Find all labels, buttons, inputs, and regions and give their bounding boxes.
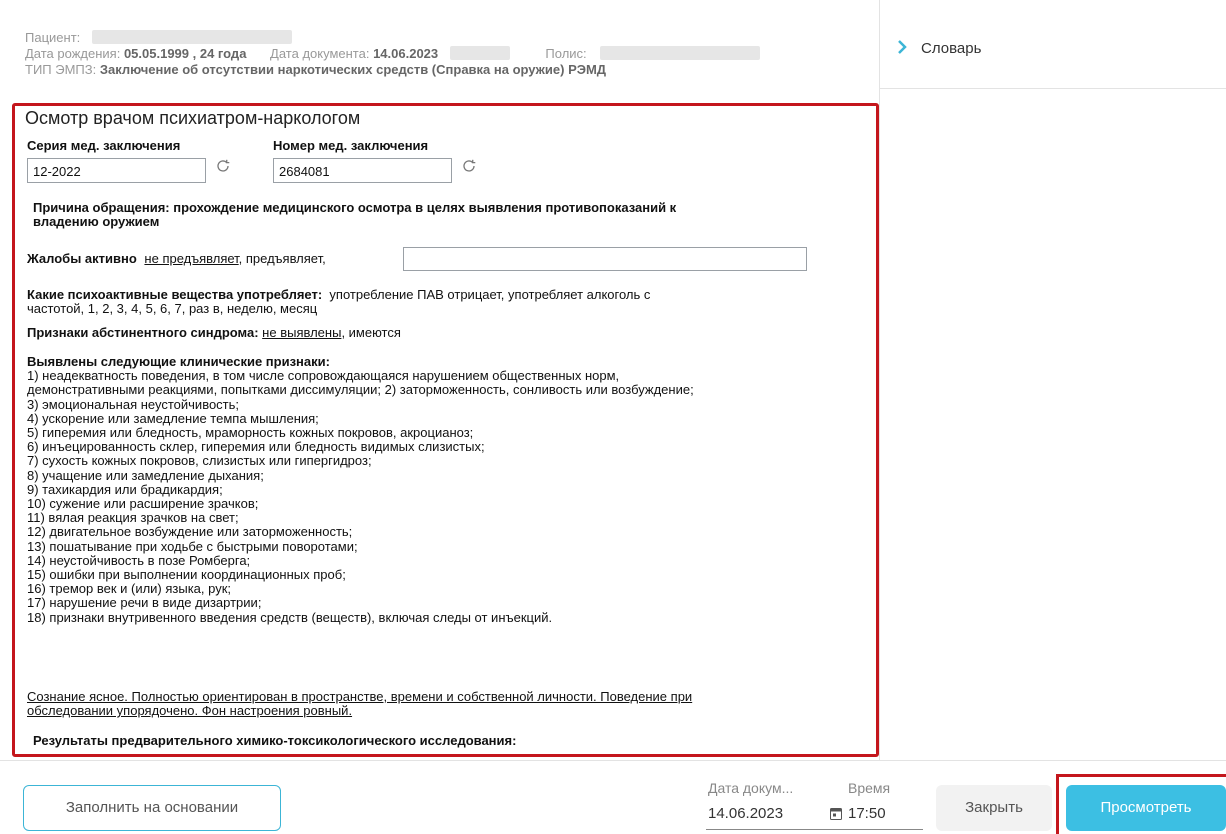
clinical-signs-title: Выявлены следующие клинические признаки: (27, 354, 330, 369)
policy-redacted (600, 46, 761, 60)
abstinence-row: Признаки абстинентного синдрома: не выяв… (27, 326, 401, 340)
refresh-icon[interactable] (460, 157, 478, 175)
clinical-sign: 11) вялая реакция зрачков на свет; (27, 510, 239, 526)
doc-date-label: Дата документа: (270, 46, 370, 61)
number-label: Номер мед. заключения (273, 138, 429, 153)
complaints-label: Жалобы активно (27, 251, 137, 266)
visit-reason-line: Причина обращения: прохождение медицинск… (33, 200, 677, 215)
complaints-option-none[interactable]: не предъявляет (144, 251, 238, 266)
number-input[interactable]: 2684081 (273, 158, 452, 183)
patient-label: Пациент: (25, 30, 81, 45)
emz-type-value: Заключение об отсутствии наркотических с… (99, 62, 607, 77)
footer-divider (0, 760, 1226, 761)
clinical-sign: 12) двигательное возбуждение или затормо… (27, 524, 353, 540)
calendar-icon[interactable] (830, 807, 842, 820)
clinical-sign: 17) нарушение речи в виде дизартрии; (27, 595, 262, 611)
clinical-sign: 18) признаки внутривенного введения сред… (27, 609, 553, 625)
substances-text[interactable]: употребление ПАВ отрицает, употребляет а… (329, 287, 650, 302)
dictionary-header[interactable]: Словарь (880, 0, 1226, 89)
clinical-sign: 6) инъецированность склер, гиперемия или… (27, 439, 485, 455)
clinical-sign: 13) пошатывание при ходьбе с быстрыми по… (27, 538, 358, 554)
substances-frequency[interactable]: частотой, 1, 2, 3, 4, 5, 6, 7, раз в, не… (27, 302, 650, 316)
complaints-row: Жалобы активно не предъявляет, предъявля… (27, 252, 326, 266)
abstinence-label: Признаки абстинентного синдрома: (27, 325, 259, 340)
close-button[interactable]: Закрыть (936, 785, 1052, 831)
dictionary-label: Словарь (921, 40, 982, 57)
clinical-sign: 15) ошибки при выполнении координационны… (27, 567, 346, 583)
doc-extra-redacted (449, 46, 510, 60)
abstinence-option-none[interactable]: не выявлены (262, 325, 341, 340)
clinical-sign: 8) учащение или замедление дыхания; (27, 467, 264, 483)
clinical-sign: 16) тремор век и (или) языка, рук; (27, 581, 232, 597)
complaints-input[interactable] (403, 247, 807, 271)
complaints-option-present[interactable]: , предъявляет, (239, 251, 326, 266)
policy-label: Полис: (545, 46, 587, 61)
visit-reason: Причина обращения: прохождение медицинск… (33, 201, 676, 229)
clinical-signs: Выявлены следующие клинические признаки:… (27, 354, 872, 625)
clinical-sign: демонстративными реакциями, попытками ди… (27, 382, 694, 398)
consciousness-line: Сознание ясное. Полностью ориентирован в… (27, 689, 693, 704)
substances-label: Какие психоактивные вещества употребляет… (27, 287, 323, 302)
abstinence-option-present[interactable]: , имеются (341, 325, 400, 340)
clinical-sign: 1) неадекватность поведения, в том числе… (27, 368, 620, 384)
doc-date-input[interactable]: 14.06.2023 (708, 805, 783, 822)
clinical-sign: 5) гиперемия или бледность, мраморность … (27, 425, 474, 441)
tox-results-label: Результаты предварительного химико-токси… (33, 733, 517, 748)
clinical-sign: 4) ускорение или замедление темпа мышлен… (27, 410, 319, 426)
form-title: Осмотр врачом психиатром-наркологом (25, 108, 361, 128)
birth-value: 05.05.1999 , 24 года (123, 46, 247, 61)
time-field-label: Время (848, 780, 891, 796)
right-sidebar: Словарь (879, 0, 1226, 760)
visit-reason-line: владению оружием (33, 214, 160, 229)
emz-type-label: ТИП ЭМПЗ: (25, 62, 97, 77)
patient-header: Пациент: Дата рождения: 05.05.1999 , 24 … (25, 30, 761, 78)
fill-from-basis-button[interactable]: Заполнить на основании (23, 785, 281, 831)
clinical-sign: 7) сухость кожных покровов, слизистых ил… (27, 453, 372, 469)
clinical-sign: 14) неустойчивость в позе Ромберга; (27, 552, 251, 568)
consciousness-line: обследовании упорядочено. Фон настроения… (27, 703, 353, 718)
doc-date-value: 14.06.2023 (373, 46, 439, 61)
time-input[interactable]: 17:50 (848, 805, 886, 822)
series-input[interactable]: 12-2022 (27, 158, 206, 183)
chevron-right-icon (898, 40, 907, 54)
doc-date-field-label: Дата докум... (708, 780, 794, 796)
consciousness-text[interactable]: Сознание ясное. Полностью ориентирован в… (27, 690, 692, 718)
substances-row: Какие психоактивные вещества употребляет… (27, 288, 650, 316)
refresh-icon[interactable] (214, 157, 232, 175)
clinical-sign: 3) эмоциональная неустойчивость; (27, 396, 240, 412)
series-label: Серия мед. заключения (27, 138, 181, 153)
clinical-sign: 10) сужение или расширение зрачков; (27, 496, 259, 512)
patient-name-redacted (91, 30, 292, 44)
clinical-sign: 9) тахикардия или брадикардия; (27, 481, 223, 497)
birth-label: Дата рождения: (25, 46, 121, 61)
view-button[interactable]: Просмотреть (1066, 785, 1226, 831)
date-time-underline (706, 829, 923, 830)
